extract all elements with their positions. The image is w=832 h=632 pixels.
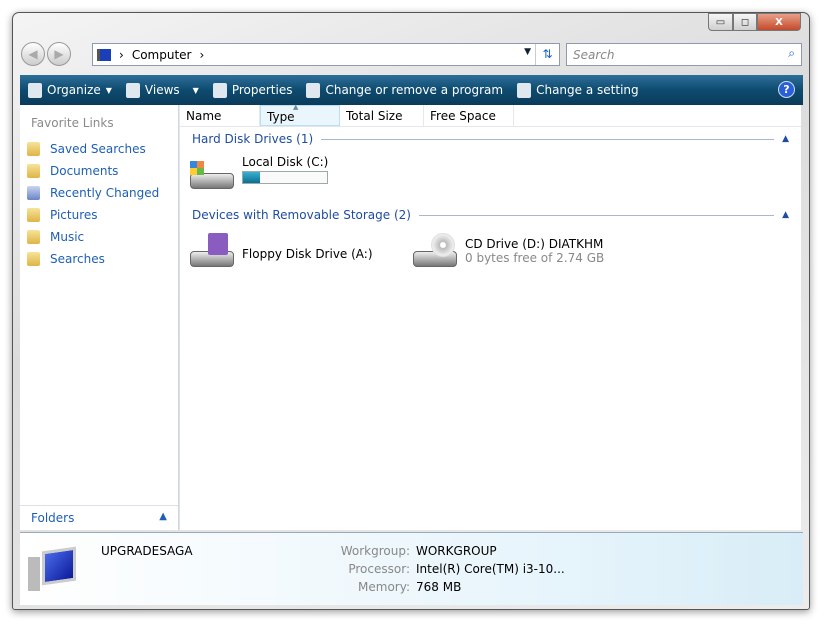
sidebar-item-recently-changed[interactable]: Recently Changed — [20, 182, 178, 204]
back-button[interactable]: ◀ — [21, 42, 45, 66]
processor-label: Processor: — [348, 562, 410, 576]
drive-name: Local Disk (C:) — [242, 155, 329, 169]
collapse-icon[interactable]: ▲ — [782, 210, 789, 220]
change-program-button[interactable]: Change or remove a program — [306, 82, 504, 98]
group-label: Hard Disk Drives (1) — [192, 132, 314, 146]
change-program-label: Change or remove a program — [325, 83, 504, 97]
sidebar-item-searches[interactable]: Searches — [20, 248, 178, 270]
workgroup-value: WORKGROUP — [416, 544, 497, 558]
program-icon — [306, 82, 321, 98]
sidebar-item-label: Recently Changed — [50, 186, 160, 200]
window-controls: ▭ ◻ X — [708, 13, 801, 31]
change-setting-button[interactable]: Change a setting — [517, 82, 639, 98]
navigation-buttons: ◀ ▶ — [21, 42, 71, 66]
divider — [321, 138, 775, 140]
minimize-button[interactable]: ▭ — [708, 13, 733, 31]
folders-toggle[interactable]: Folders ▲ — [20, 505, 178, 530]
processor-value: Intel(R) Core(TM) i3-10... — [416, 562, 565, 576]
folder-icon — [27, 208, 40, 222]
sidebar-item-pictures[interactable]: Pictures — [20, 204, 178, 226]
computer-name: UPGRADESAGA — [101, 544, 193, 558]
cd-drive-icon — [411, 233, 459, 269]
properties-button[interactable]: Properties — [212, 82, 293, 98]
folder-icon — [27, 164, 40, 178]
favorite-links-heading: Favorite Links — [31, 116, 114, 130]
properties-icon — [212, 82, 227, 98]
address-bar[interactable]: › Computer › ▼ ⇅ — [92, 43, 560, 66]
folder-icon — [27, 252, 40, 266]
search-icon[interactable]: ⌕ — [788, 46, 795, 61]
group-header-hard-disks[interactable]: Hard Disk Drives (1) ▲ — [180, 129, 801, 149]
memory-label: Memory: — [358, 580, 410, 594]
sidebar-item-saved-searches[interactable]: Saved Searches — [20, 138, 178, 160]
sidebar-item-label: Music — [50, 230, 85, 244]
organize-icon — [28, 82, 42, 98]
views-icon — [125, 82, 140, 98]
address-dropdown-icon[interactable]: ▼ — [524, 47, 531, 57]
drive-floppy-a[interactable]: Floppy Disk Drive (A:) — [188, 233, 373, 269]
breadcrumb-computer[interactable]: Computer — [132, 48, 192, 62]
drive-local-disk-c[interactable]: Local Disk (C:) — [188, 155, 328, 191]
disk-usage-fill — [243, 172, 260, 183]
column-type-label: Type — [267, 110, 295, 124]
memory-value: 768 MB — [416, 580, 462, 594]
computer-icon — [97, 48, 111, 61]
breadcrumb-separator: › — [119, 47, 124, 62]
column-total-size[interactable]: Total Size — [340, 105, 424, 126]
drive-space: 0 bytes free of 2.74 GB — [465, 251, 605, 265]
file-list: Name ▲ Type Total Size Free Space Hard Di… — [180, 103, 801, 530]
column-name[interactable]: Name — [180, 105, 260, 126]
change-setting-label: Change a setting — [536, 83, 639, 97]
command-bar: Organize ▼ Views ▼ Properties Change or re… — [20, 75, 803, 105]
control-panel-icon — [517, 82, 532, 98]
disk-usage-bar — [242, 171, 328, 184]
sidebar-item-label: Searches — [50, 252, 105, 266]
search-placeholder: Search — [573, 48, 615, 62]
sidebar-item-music[interactable]: Music — [20, 226, 178, 248]
breadcrumb-separator: › — [199, 47, 205, 62]
column-headers: Name ▲ Type Total Size Free Space — [180, 103, 801, 127]
sidebar-item-documents[interactable]: Documents — [20, 160, 178, 182]
group-header-removable[interactable]: Devices with Removable Storage (2) ▲ — [180, 205, 801, 225]
folder-icon — [27, 186, 40, 200]
drive-name: CD Drive (D:) DIATKHM — [465, 237, 604, 251]
sort-ascending-icon: ▲ — [293, 103, 299, 111]
computer-monitor-icon — [28, 546, 82, 595]
hard-disk-windows-icon — [188, 155, 236, 191]
sidebar-item-label: Saved Searches — [50, 142, 146, 156]
sidebar-item-label: Pictures — [50, 208, 98, 222]
folder-icon — [27, 142, 40, 156]
organize-button[interactable]: Organize ▼ — [28, 82, 112, 98]
group-label: Devices with Removable Storage (2) — [192, 208, 411, 222]
properties-label: Properties — [231, 83, 293, 97]
search-input[interactable]: Search ⌕ — [566, 43, 802, 66]
chevron-up-icon: ▲ — [159, 511, 167, 522]
details-pane: UPGRADESAGA Workgroup: WORKGROUP Process… — [20, 532, 803, 605]
workgroup-label: Workgroup: — [340, 544, 410, 558]
maximize-button[interactable]: ◻ — [733, 13, 757, 31]
navigation-pane: Favorite Links Saved Searches Documents … — [20, 105, 179, 530]
help-icon[interactable]: ? — [778, 81, 795, 98]
organize-label: Organize — [47, 83, 101, 97]
folder-icon — [27, 230, 40, 244]
column-type[interactable]: ▲ Type — [260, 103, 340, 126]
collapse-icon[interactable]: ▲ — [782, 134, 789, 144]
explorer-window: ▭ ◻ X ◀ ▶ › Computer › ▼ ⇅ Search ⌕ Organ… — [12, 12, 810, 610]
floppy-drive-icon — [188, 233, 236, 269]
close-button[interactable]: X — [757, 13, 801, 31]
drive-cd-d[interactable]: CD Drive (D:) DIATKHM 0 bytes free of 2.7… — [411, 233, 604, 269]
column-free-space[interactable]: Free Space — [424, 105, 514, 126]
forward-button[interactable]: ▶ — [47, 42, 71, 66]
views-button[interactable]: Views ▼ — [125, 82, 199, 98]
divider — [418, 214, 775, 216]
folders-label: Folders — [31, 511, 75, 525]
refresh-icon[interactable]: ⇅ — [535, 44, 559, 65]
views-label: Views — [144, 83, 180, 97]
drive-name: Floppy Disk Drive (A:) — [242, 247, 373, 261]
sidebar-item-label: Documents — [50, 164, 119, 178]
